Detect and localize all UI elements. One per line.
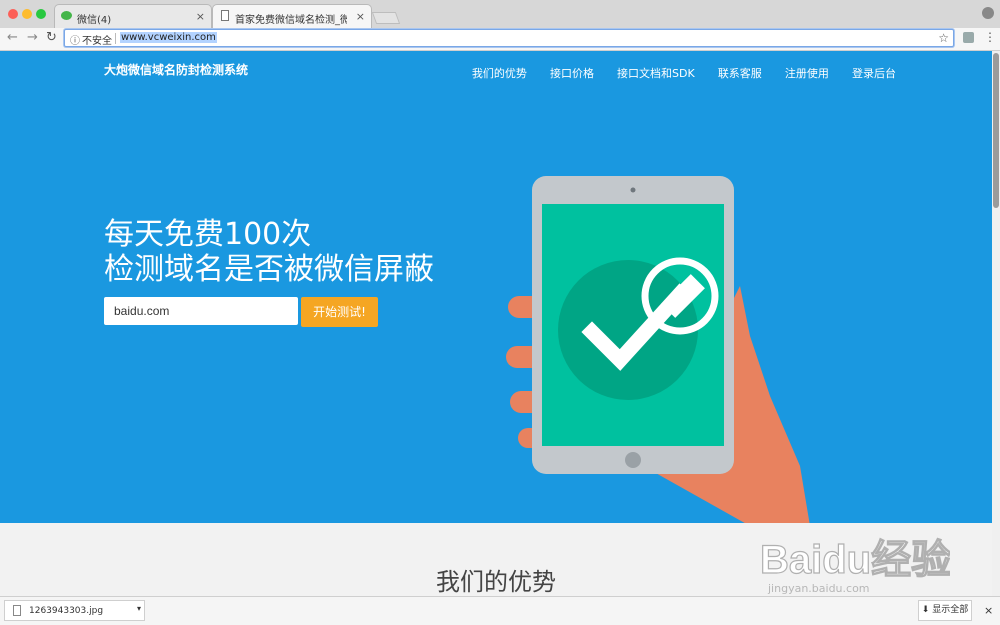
tab-label: 微信(4): [77, 15, 112, 26]
start-test-button[interactable]: 开始测试!: [301, 297, 378, 327]
headline-line-2: 检测域名是否被微信屏蔽: [104, 252, 434, 287]
nav-login[interactable]: 登录后台: [852, 67, 896, 80]
nav-contact[interactable]: 联系客服: [718, 67, 762, 80]
site-brand[interactable]: 大炮微信域名防封检测系统: [104, 61, 248, 78]
maximize-window-button[interactable]: [36, 9, 46, 19]
info-icon[interactable]: ⓘ: [70, 32, 80, 47]
reload-icon[interactable]: ↻: [46, 30, 57, 45]
tab-wechat[interactable]: 微信(4) ×: [54, 4, 212, 28]
download-menu-chevron-icon[interactable]: ▾: [137, 604, 141, 613]
nav-register[interactable]: 注册使用: [785, 67, 829, 80]
profile-icon[interactable]: [982, 7, 994, 19]
watermark-url: jingyan.baidu.com: [768, 582, 870, 595]
headline-line-1: 每天免费100次: [104, 217, 312, 252]
extension-icon[interactable]: [963, 32, 974, 43]
forward-icon[interactable]: →: [27, 30, 38, 45]
hero-section: 大炮微信域名防封检测系统 我们的优势 接口价格 接口文档和SDK 联系客服 注册…: [0, 51, 992, 523]
domain-input[interactable]: [104, 297, 298, 325]
show-all-downloads-button[interactable]: ⬇ 显示全部: [918, 600, 972, 621]
browser-tab-bar: 微信(4) × 首家免费微信域名检测_微信域名 ×: [0, 0, 1000, 28]
minimize-window-button[interactable]: [22, 9, 32, 19]
tablet-check-illustration: [506, 176, 810, 523]
close-tab-icon[interactable]: ×: [356, 10, 365, 23]
close-download-bar-icon[interactable]: ×: [984, 604, 993, 617]
show-all-label: 显示全部: [932, 605, 969, 615]
nav-docs[interactable]: 接口文档和SDK: [617, 67, 695, 80]
address-bar[interactable]: ⓘ 不安全 www.vcweixin.com ☆: [64, 29, 954, 47]
download-item[interactable]: 1263943303.jpg ▾: [4, 600, 145, 621]
bookmark-star-icon[interactable]: ☆: [938, 31, 949, 45]
back-icon[interactable]: ←: [7, 30, 18, 45]
download-icon: ⬇: [921, 605, 933, 615]
hero-headline: 每天免费100次 检测域名是否被微信屏蔽: [104, 217, 434, 287]
nav-advantages[interactable]: 我们的优势: [472, 67, 527, 80]
baidu-watermark-logo: Baidu经验: [760, 537, 950, 582]
address-divider: [115, 33, 116, 44]
download-filename: 1263943303.jpg: [29, 606, 104, 616]
wechat-icon: [61, 11, 72, 20]
scrollbar-thumb[interactable]: [993, 53, 999, 208]
site-nav: 我们的优势 接口价格 接口文档和SDK 联系客服 注册使用 登录后台: [454, 62, 896, 81]
close-window-button[interactable]: [8, 9, 18, 19]
file-icon: [13, 605, 21, 616]
close-tab-icon[interactable]: ×: [196, 10, 205, 23]
page-icon: [221, 10, 229, 21]
url-text[interactable]: www.vcweixin.com: [120, 32, 217, 43]
menu-icon[interactable]: ⋮: [984, 30, 996, 44]
watermark-text: Baidu经验: [760, 538, 950, 582]
tab-label: 首家免费微信域名检测_微信域名: [235, 15, 347, 26]
tab-domain-check[interactable]: 首家免费微信域名检测_微信域名 ×: [212, 4, 372, 28]
browser-toolbar: ← → ↻ ⓘ 不安全 www.vcweixin.com ☆ ⋮: [0, 28, 1000, 51]
page-scrollbar[interactable]: [992, 51, 1000, 596]
new-tab-button[interactable]: [371, 12, 401, 24]
download-bar: 1263943303.jpg ▾ ⬇ 显示全部 ×: [0, 596, 1000, 625]
security-label: 不安全: [82, 36, 112, 47]
nav-pricing[interactable]: 接口价格: [550, 67, 594, 80]
